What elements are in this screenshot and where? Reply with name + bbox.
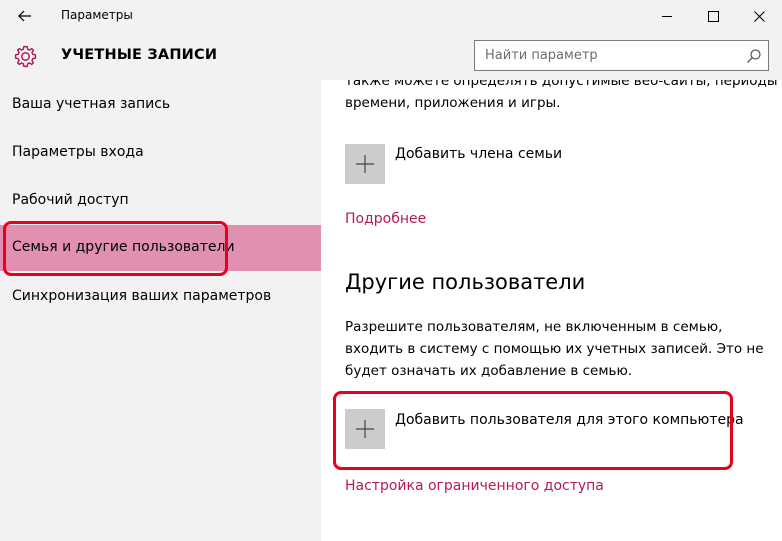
back-button[interactable] xyxy=(6,0,44,32)
sidebar-item-account[interactable]: Ваша учетная запись xyxy=(0,82,321,128)
search-input[interactable]: Найти параметр xyxy=(474,40,769,71)
sidebar: Ваша учетная запись Параметры входа Рабо… xyxy=(0,80,321,541)
maximize-icon xyxy=(707,10,719,22)
other-users-description-line: входить в систему с помощью их учетных з… xyxy=(345,341,764,357)
sidebar-item-sign-in-options[interactable]: Параметры входа xyxy=(0,130,321,176)
sidebar-item-label: Ваша учетная запись xyxy=(12,96,171,112)
sidebar-item-label: Синхронизация ваших параметров xyxy=(12,288,272,304)
restricted-access-link[interactable]: Настройка ограниченного доступа xyxy=(345,478,604,494)
highlight-box-add-user xyxy=(333,391,733,470)
minimize-button[interactable] xyxy=(644,0,690,32)
sidebar-item-work-access[interactable]: Рабочий доступ xyxy=(0,178,321,224)
highlight-box-sidebar xyxy=(3,221,228,276)
search-placeholder: Найти параметр xyxy=(485,48,598,63)
other-users-description: Разрешите пользователям, не включенным в… xyxy=(345,316,764,382)
add-family-member-label[interactable]: Добавить члена семьи xyxy=(395,146,562,162)
main-content: также можете определять допустимые веб-с… xyxy=(321,80,782,541)
minimize-icon xyxy=(661,15,672,17)
sidebar-item-label: Рабочий доступ xyxy=(12,192,129,208)
close-icon xyxy=(753,10,765,22)
other-users-heading: Другие пользователи xyxy=(345,270,586,294)
add-family-member-button[interactable] xyxy=(345,144,385,184)
page-title: УЧЕТНЫЕ ЗАПИСИ xyxy=(61,47,218,63)
gear-icon xyxy=(14,45,37,68)
search-icon[interactable] xyxy=(746,48,762,64)
page-header: УЧЕТНЫЕ ЗАПИСИ Найти параметр xyxy=(0,32,782,80)
sidebar-item-label: Параметры входа xyxy=(12,144,144,160)
other-users-description-line: будет означать их добавление в семью. xyxy=(345,363,633,379)
more-info-link[interactable]: Подробнее xyxy=(345,211,426,227)
plus-icon xyxy=(356,155,374,173)
close-button[interactable] xyxy=(736,0,782,32)
family-description: также можете определять допустимые веб-с… xyxy=(345,80,778,114)
other-users-description-line: Разрешите пользователям, не включенным в… xyxy=(345,319,723,335)
title-bar: Параметры xyxy=(0,0,782,32)
family-description-line: времени, приложения и игры. xyxy=(345,95,561,111)
family-description-line: также можете определять допустимые веб-с… xyxy=(345,80,778,89)
back-arrow-icon xyxy=(18,10,31,22)
sidebar-item-sync-settings[interactable]: Синхронизация ваших параметров xyxy=(0,274,321,320)
maximize-button[interactable] xyxy=(690,0,736,32)
window-title: Параметры xyxy=(61,8,133,22)
